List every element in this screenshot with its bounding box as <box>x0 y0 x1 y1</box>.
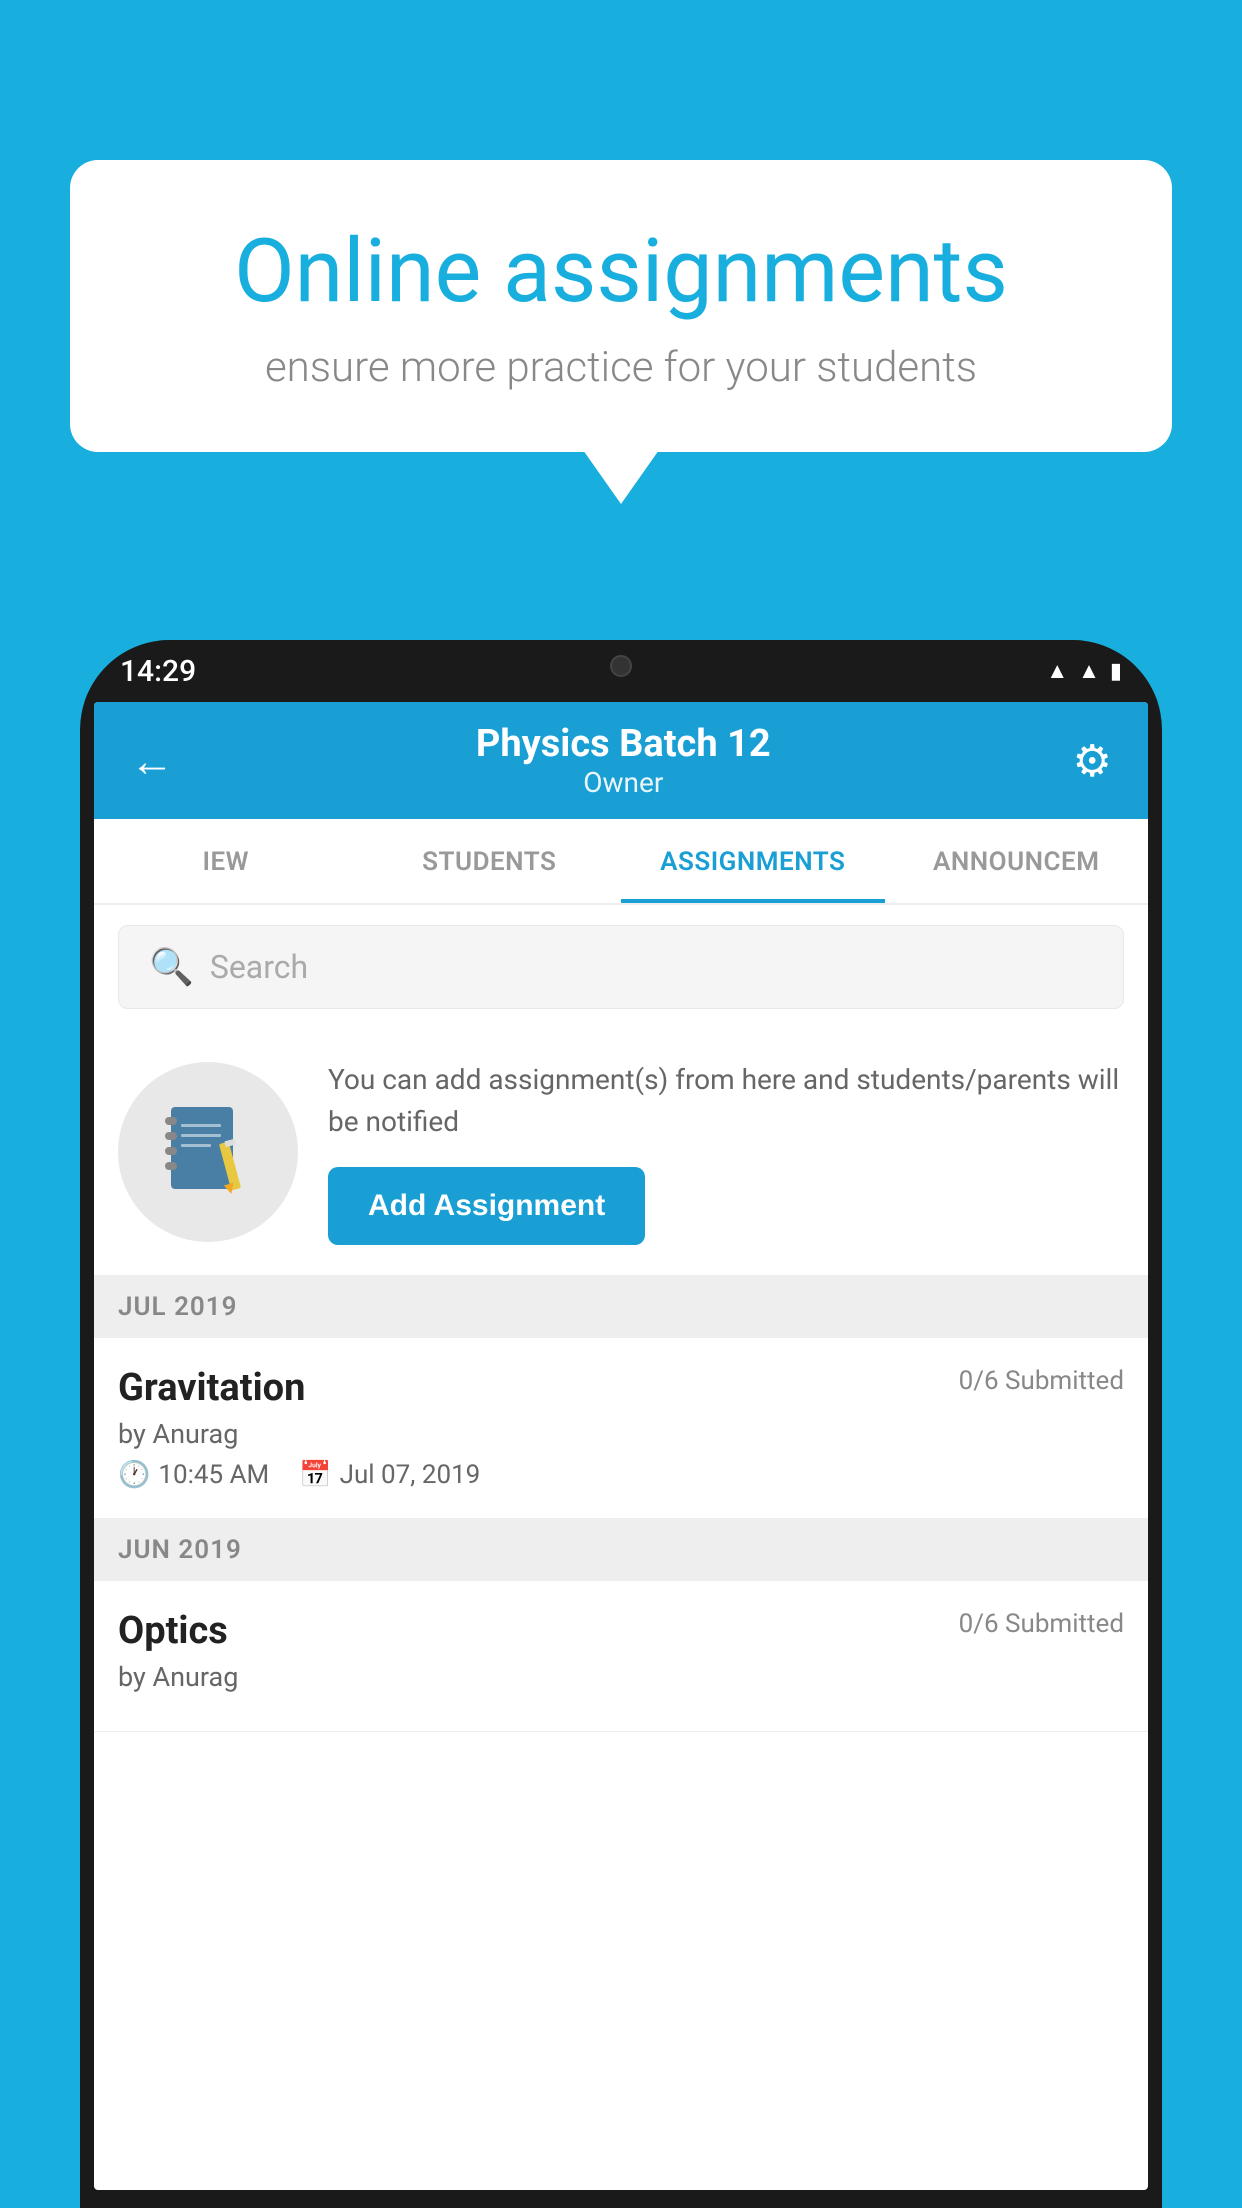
add-assignment-button[interactable]: Add Assignment <box>328 1167 645 1245</box>
section-header-jul: JUL 2019 <box>94 1276 1148 1338</box>
header-title: Physics Batch 12 <box>476 722 771 766</box>
settings-icon[interactable]: ⚙ <box>1073 735 1112 787</box>
phone-screen: ← Physics Batch 12 Owner ⚙ IEW STUDENTS … <box>94 702 1148 2190</box>
search-input[interactable]: Search <box>210 948 308 986</box>
header-center: Physics Batch 12 Owner <box>476 722 771 799</box>
assignment-item-optics[interactable]: Optics 0/6 Submitted by Anurag <box>94 1581 1148 1732</box>
assignment-date: Jul 07, 2019 <box>340 1460 481 1490</box>
assignment-meta: 🕐 10:45 AM 📅 Jul 07, 2019 <box>118 1460 1124 1490</box>
app-header: ← Physics Batch 12 Owner ⚙ <box>94 702 1148 819</box>
clock-icon: 🕐 <box>118 1460 150 1490</box>
battery-icon: ▮ <box>1110 659 1122 684</box>
assignment-by-optics: by Anurag <box>118 1661 1124 1693</box>
speech-bubble: Online assignments ensure more practice … <box>70 160 1172 452</box>
phone-mockup: 14:29 ▲ ▲ ▮ ← Physics Batch 12 Owner ⚙ I… <box>80 640 1162 2208</box>
tab-iew[interactable]: IEW <box>94 819 358 903</box>
tab-announcements[interactable]: ANNOUNCEM <box>885 819 1149 903</box>
tab-bar: IEW STUDENTS ASSIGNMENTS ANNOUNCEM <box>94 819 1148 905</box>
section-header-jun: JUN 2019 <box>94 1519 1148 1581</box>
status-icons: ▲ ▲ ▮ <box>1046 658 1122 684</box>
camera-dot <box>610 655 632 677</box>
speech-bubble-container: Online assignments ensure more practice … <box>70 160 1172 452</box>
status-bar: 14:29 ▲ ▲ ▮ <box>80 640 1162 702</box>
calendar-icon: 📅 <box>299 1460 331 1490</box>
tab-assignments[interactable]: ASSIGNMENTS <box>621 819 885 903</box>
promo-content: You can add assignment(s) from here and … <box>328 1059 1124 1245</box>
assignment-item-gravitation[interactable]: Gravitation 0/6 Submitted by Anurag 🕐 10… <box>94 1338 1148 1519</box>
assignment-submitted: 0/6 Submitted <box>959 1366 1124 1396</box>
promo-icon-circle <box>118 1062 298 1242</box>
assignment-submitted-optics: 0/6 Submitted <box>959 1609 1124 1639</box>
assignment-top-optics: Optics 0/6 Submitted <box>118 1609 1124 1653</box>
speech-bubble-subtitle: ensure more practice for your students <box>140 343 1102 392</box>
search-icon: 🔍 <box>149 946 194 988</box>
meta-date: 📅 Jul 07, 2019 <box>299 1460 480 1490</box>
promo-text: You can add assignment(s) from here and … <box>328 1059 1124 1143</box>
tab-students[interactable]: STUDENTS <box>358 819 622 903</box>
assignment-by: by Anurag <box>118 1418 1124 1450</box>
signal-icon: ▲ <box>1078 658 1100 684</box>
assignment-top: Gravitation 0/6 Submitted <box>118 1366 1124 1410</box>
notebook-icon <box>163 1102 253 1202</box>
header-subtitle: Owner <box>476 766 771 799</box>
assignment-name: Gravitation <box>118 1366 305 1410</box>
search-bar[interactable]: 🔍 Search <box>118 925 1124 1009</box>
speech-bubble-title: Online assignments <box>140 220 1102 323</box>
meta-time: 🕐 10:45 AM <box>118 1460 269 1490</box>
notch <box>531 640 711 692</box>
assignment-name-optics: Optics <box>118 1609 228 1653</box>
search-bar-wrapper: 🔍 Search <box>94 905 1148 1029</box>
wifi-icon: ▲ <box>1046 658 1068 684</box>
back-button[interactable]: ← <box>130 735 174 787</box>
promo-card: You can add assignment(s) from here and … <box>94 1029 1148 1276</box>
assignment-time: 10:45 AM <box>158 1460 269 1490</box>
status-time: 14:29 <box>120 654 196 689</box>
